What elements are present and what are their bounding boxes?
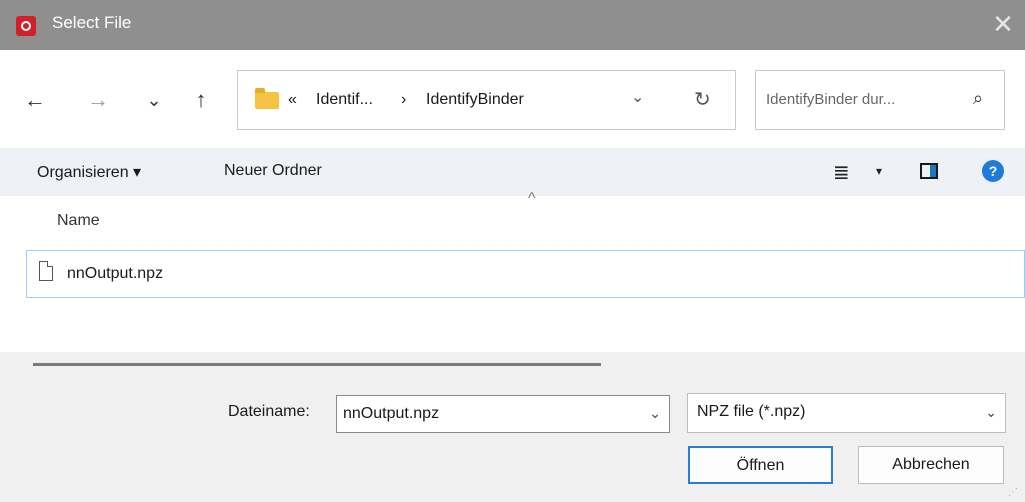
filename-label: Dateiname: [228,403,310,420]
filename-field[interactable]: nnOutput.npz [343,405,439,423]
help-icon[interactable]: ? [982,160,1004,182]
window-title: Select File [52,13,132,32]
file-type-select[interactable]: NPZ file (*.npz) ⌄ [687,393,1006,433]
search-input[interactable]: IdentifyBinder dur... [766,91,895,108]
search-icon[interactable]: ⌕ [973,88,983,109]
close-button[interactable]: ✕ [991,10,1015,38]
view-dropdown-icon[interactable]: ▾ [876,164,882,178]
new-folder-button[interactable]: Neuer Ordner [224,162,322,180]
column-header-name[interactable]: Name [57,212,100,230]
sort-indicator-icon: ^ [528,190,536,207]
document-icon [39,261,53,281]
chevron-down-icon[interactable]: ⌄ [985,404,997,421]
breadcrumb-overflow[interactable]: « [288,91,297,109]
back-button[interactable]: ← [20,86,50,114]
chevron-down-icon[interactable]: ⌄ [631,87,644,107]
breadcrumb-item-current[interactable]: IdentifyBinder [426,91,524,109]
filename-combobox[interactable]: nnOutput.npz ⌄ [336,395,670,433]
title-bar: Select File ✕ [0,0,1025,50]
forward-button[interactable]: → [83,86,113,114]
breadcrumb-item[interactable]: Identif... [316,91,373,109]
horizontal-scrollbar[interactable] [33,363,601,366]
app-icon [16,16,36,36]
command-bar: Organisieren ▾ Neuer Ordner ≣ ▾ ? [0,148,1025,196]
view-options-icon[interactable]: ≣ [833,160,850,185]
organize-menu-button[interactable]: Organisieren ▾ [37,162,141,182]
recent-locations-button[interactable]: ⌄ [139,86,169,114]
address-bar[interactable]: « Identif... › IdentifyBinder ⌄ ↻ [237,70,736,130]
search-box[interactable]: IdentifyBinder dur... ⌕ [755,70,1005,130]
file-name: nnOutput.npz [67,265,164,282]
file-type-value: NPZ file (*.npz) [697,403,806,420]
refresh-icon[interactable]: ↻ [694,87,711,112]
breadcrumb-separator[interactable]: › [401,91,406,109]
resize-grip-icon[interactable]: ⋰ [1008,487,1019,498]
cancel-button[interactable]: Abbrechen [858,446,1004,484]
file-list-item[interactable]: nnOutput.npz [26,250,1025,298]
dialog-footer: Dateiname: nnOutput.npz ⌄ NPZ file (*.np… [0,352,1025,502]
up-button[interactable]: ↑ [186,86,216,114]
chevron-down-icon[interactable]: ⌄ [649,405,661,422]
folder-icon [255,88,279,109]
open-button[interactable]: Öffnen [688,446,833,484]
preview-pane-icon[interactable] [920,163,938,179]
